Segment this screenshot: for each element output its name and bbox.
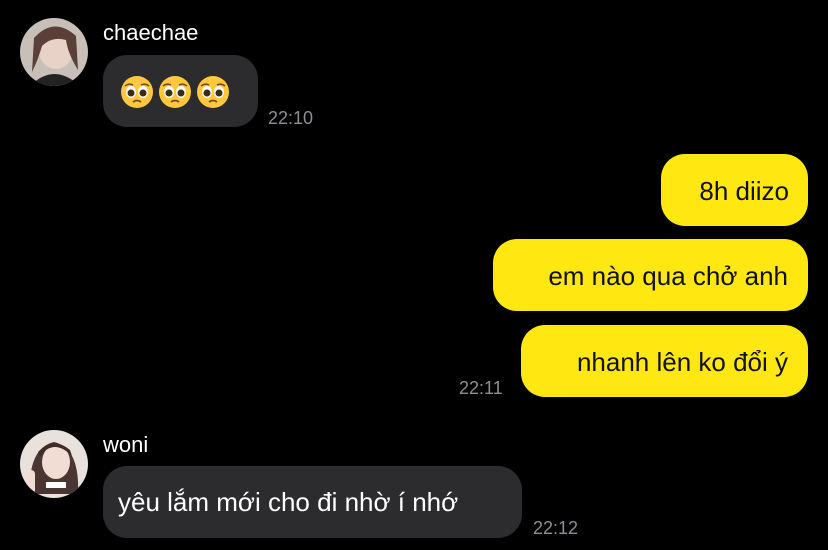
message-text: yêu lắm mới cho đi nhờ í nhớ [118,487,459,517]
sender-name: chaechae [103,20,199,45]
message-bubble[interactable]: em nào qua chở anh [493,239,808,311]
pleading-face-emoji-icon [159,76,191,108]
message-bubble[interactable] [103,55,258,127]
message-bubble[interactable]: nhanh lên ko đổi ý [521,325,808,397]
message-text [120,75,230,109]
pleading-face-emoji-icon [121,76,153,108]
message-timestamp: 22:11 [459,378,503,398]
message-text: nhanh lên ko đổi ý [576,347,788,377]
message-text: em nào qua chở anh [548,261,788,291]
avatar-chaechae[interactable] [20,18,88,86]
message-text: 8h diizo [699,176,789,206]
message-timestamp: 22:10 [268,108,314,128]
message-timestamp: 22:12 [533,518,579,538]
message-bubble[interactable]: yêu lắm mới cho đi nhờ í nhớ [103,466,522,538]
sender-name: woni [103,432,149,457]
message-bubble[interactable]: 8h diizo [661,154,808,226]
pleading-face-emoji-icon [197,76,229,108]
avatar-woni[interactable] [20,430,88,498]
